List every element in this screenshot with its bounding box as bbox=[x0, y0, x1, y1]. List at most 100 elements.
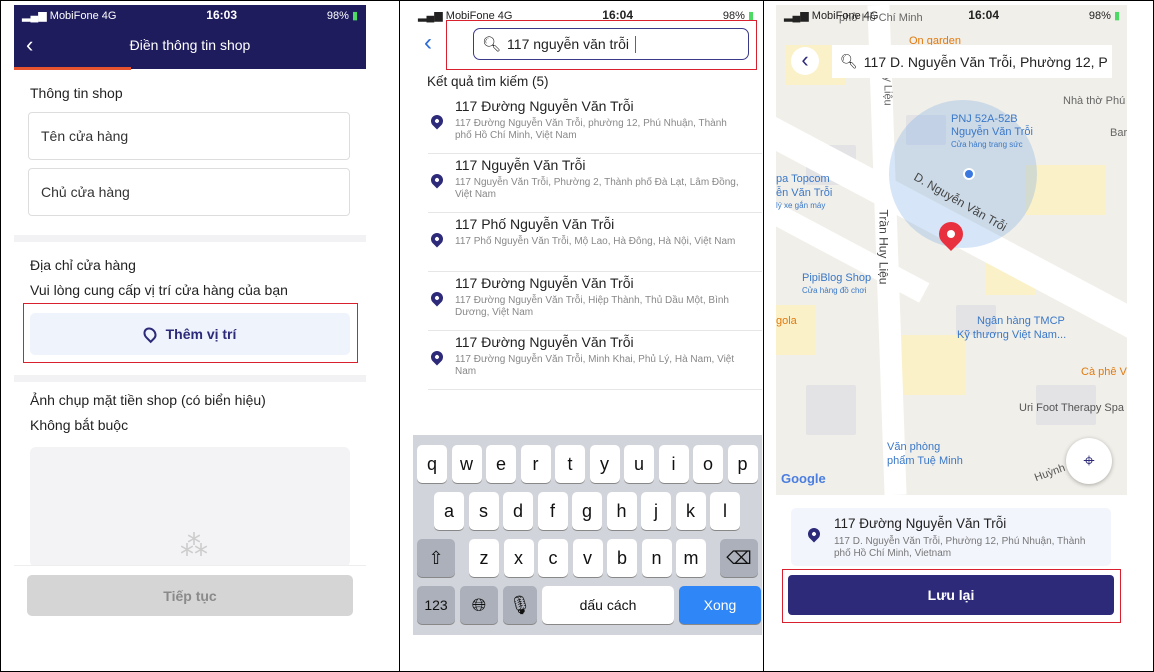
key-w[interactable]: w bbox=[451, 445, 482, 483]
address-hint: Vui lòng cung cấp vị trí cửa hàng của bạ… bbox=[30, 282, 288, 298]
key-z[interactable]: z bbox=[469, 539, 499, 577]
location-pin-icon bbox=[428, 348, 446, 366]
key-e[interactable]: e bbox=[486, 445, 516, 483]
microphone-key[interactable]: 🎙︎ bbox=[503, 586, 537, 624]
map-label: y Liệu bbox=[881, 76, 894, 106]
map-label: PipiBlog Shop bbox=[802, 272, 872, 284]
header: ▂▄▆ MobiFone 4G 16:03 98% ▮ ‹ Điền thông… bbox=[14, 5, 366, 70]
globe-key[interactable]: 🌐︎ bbox=[460, 586, 498, 624]
map-label: Văn phòng bbox=[887, 441, 941, 453]
key-x[interactable]: x bbox=[503, 539, 534, 577]
signal-icon: ▂▄▆ bbox=[418, 9, 446, 22]
numbers-key[interactable]: 123 bbox=[417, 586, 455, 624]
key-t[interactable]: t bbox=[555, 445, 585, 483]
key-k[interactable]: k bbox=[675, 492, 706, 530]
key-q[interactable]: q bbox=[417, 445, 447, 483]
location-pin-icon bbox=[428, 289, 446, 307]
key-m[interactable]: m bbox=[676, 539, 706, 577]
signal-icon: ▂▄▆ bbox=[22, 9, 50, 22]
progress-bar bbox=[14, 67, 131, 70]
battery-level: 98% bbox=[1088, 9, 1111, 22]
address-subtitle: 117 D. Nguyễn Văn Trỗi, Phường 12, Phú N… bbox=[834, 536, 1086, 559]
selected-address-card: 117 Đường Nguyễn Văn Trỗi 117 D. Nguyễn … bbox=[791, 508, 1111, 566]
search-value: 117 D. Nguyễn Văn Trỗi, Phường 12, P bbox=[863, 53, 1108, 70]
store-name-input[interactable]: Tên cửa hàng bbox=[28, 112, 350, 160]
divider bbox=[14, 375, 366, 382]
map-label: ễn Văn Trỗi bbox=[776, 187, 833, 199]
map-label: phẩm Tuệ Minh bbox=[887, 455, 963, 467]
current-location-dot bbox=[963, 168, 975, 180]
key-o[interactable]: o bbox=[693, 445, 723, 483]
map-label: pa Topcom bbox=[776, 173, 830, 185]
battery-icon: ▮ bbox=[1113, 9, 1120, 22]
photo-title: Ảnh chụp mặt tiền shop (có biển hiệu) bbox=[30, 392, 266, 408]
battery-icon: ▮ bbox=[351, 9, 358, 22]
divider bbox=[399, 0, 400, 672]
key-c[interactable]: c bbox=[538, 539, 568, 577]
space-key[interactable]: dấu cách bbox=[542, 586, 674, 624]
street-label: Trần Huy Liệu bbox=[876, 209, 891, 285]
search-input[interactable]: 🔍︎ 117 D. Nguyễn Văn Trỗi, Phường 12, P bbox=[832, 45, 1112, 78]
divider bbox=[763, 0, 764, 672]
key-v[interactable]: v bbox=[572, 539, 603, 577]
key-j[interactable]: j bbox=[641, 492, 671, 530]
search-result-item[interactable]: 117 Phố Nguyễn Văn Trỗi 117 Phố Nguyễn V… bbox=[428, 213, 762, 272]
location-pin-icon bbox=[428, 171, 446, 189]
key-y[interactable]: y bbox=[589, 445, 620, 483]
keyboard: q w e r t y u i o p a s d f g h j k l ⇧ z x c v b n m ⌫ 123 🌐︎ 🎙︎ dấu c… bbox=[413, 435, 762, 635]
address-title: 117 Đường Nguyễn Văn Trỗi bbox=[834, 516, 1007, 531]
key-s[interactable]: s bbox=[468, 492, 499, 530]
key-i[interactable]: i bbox=[658, 445, 689, 483]
page-title: Điền thông tin shop bbox=[129, 37, 251, 53]
back-icon[interactable]: ‹ bbox=[424, 29, 432, 57]
map[interactable]: phở Hồ Chí Minh On garden y Liệu Nhà thờ… bbox=[776, 5, 1127, 495]
map-label: Bar bbox=[1110, 127, 1127, 139]
status-bar: ▂▄▆ MobiFone 4G 16:04 98% ▮ bbox=[776, 5, 1128, 25]
location-pin-icon bbox=[428, 230, 446, 248]
key-f[interactable]: f bbox=[537, 492, 568, 530]
backspace-key[interactable]: ⌫ bbox=[720, 539, 758, 577]
key-u[interactable]: u bbox=[624, 445, 654, 483]
result-title: 117 Đường Nguyễn Văn Trỗi bbox=[455, 98, 634, 114]
key-h[interactable]: h bbox=[606, 492, 637, 530]
map-label: Huỳnh bbox=[1032, 461, 1067, 485]
map-label: PNJ 52A-52B bbox=[951, 113, 1018, 125]
search-result-item[interactable]: 117 Đường Nguyễn Văn Trỗi 117 Đường Nguy… bbox=[428, 272, 762, 331]
shift-key[interactable]: ⇧ bbox=[417, 539, 455, 577]
search-result-item[interactable]: 117 Đường Nguyễn Văn Trỗi 117 Đường Nguy… bbox=[428, 95, 762, 154]
highlight-box bbox=[782, 569, 1121, 623]
key-l[interactable]: l bbox=[710, 492, 740, 530]
section-title: Thông tin shop bbox=[30, 85, 123, 101]
key-r[interactable]: r bbox=[520, 445, 551, 483]
store-owner-input[interactable]: Chủ cửa hàng bbox=[28, 168, 350, 216]
map-label: gola bbox=[776, 315, 797, 327]
continue-button[interactable]: Tiếp tục bbox=[27, 575, 353, 616]
map-label: Cà phê V bbox=[1081, 366, 1127, 378]
key-g[interactable]: g bbox=[572, 492, 602, 530]
map-label: Ngân hàng TMCP bbox=[977, 315, 1065, 327]
my-location-button[interactable]: ⌖ bbox=[1066, 438, 1112, 484]
key-d[interactable]: d bbox=[503, 492, 533, 530]
map-label: Nhà thờ Phú bbox=[1063, 95, 1126, 107]
photo-upload-area[interactable]: ⁂ bbox=[30, 447, 350, 567]
key-n[interactable]: n bbox=[641, 539, 672, 577]
key-b[interactable]: b bbox=[607, 539, 637, 577]
map-label: Kỹ thương Việt Nam... bbox=[957, 329, 1067, 341]
back-button[interactable]: ‹ bbox=[791, 47, 819, 75]
time: 16:04 bbox=[968, 8, 999, 22]
address-title: Địa chỉ cửa hàng bbox=[30, 257, 136, 273]
search-result-item[interactable]: 117 Đường Nguyễn Văn Trỗi 117 Đường Nguy… bbox=[428, 331, 762, 390]
map-label: Nguyễn Văn Trỗi bbox=[951, 126, 1033, 138]
key-p[interactable]: p bbox=[727, 445, 758, 483]
map-screen: phở Hồ Chí Minh On garden y Liệu Nhà thờ… bbox=[776, 5, 1128, 667]
network: 4G bbox=[101, 9, 117, 22]
key-a[interactable]: a bbox=[434, 492, 464, 530]
map-label: Cửa hàng trang sức bbox=[951, 140, 1023, 149]
search-screen: ▂▄▆ MobiFone 4G 16:04 98% ▮ ‹ 🔍︎ 117 ngu… bbox=[410, 5, 762, 667]
result-subtitle: 117 Đường Nguyễn Văn Trỗi, Minh Khai, Ph… bbox=[455, 354, 735, 377]
status-bar: ▂▄▆ MobiFone 4G 16:03 98% ▮ bbox=[14, 5, 366, 25]
search-result-item[interactable]: 117 Nguyễn Văn Trỗi 117 Nguyễn Văn Trỗi,… bbox=[428, 154, 762, 213]
done-key[interactable]: Xong bbox=[679, 586, 761, 624]
result-title: 117 Đường Nguyễn Văn Trỗi bbox=[455, 334, 634, 350]
time: 16:03 bbox=[206, 8, 237, 22]
